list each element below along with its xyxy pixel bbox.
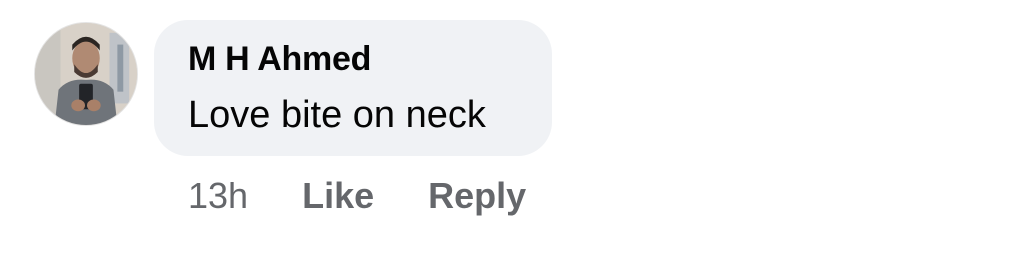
- profile-photo: [35, 23, 137, 125]
- comment-author[interactable]: M H Ahmed: [188, 40, 371, 79]
- comment-actions: 13h Like Reply: [188, 174, 580, 218]
- comment-text: Love bite on neck: [188, 94, 486, 136]
- comment-item: M H Ahmed Love bite on neck 13h Like Rep…: [0, 0, 1024, 255]
- avatar[interactable]: [34, 22, 138, 126]
- comment-bubble: M H Ahmed Love bite on neck: [154, 20, 552, 156]
- like-button[interactable]: Like: [302, 175, 374, 217]
- reply-button[interactable]: Reply: [428, 175, 526, 217]
- comment-timestamp[interactable]: 13h: [188, 175, 248, 217]
